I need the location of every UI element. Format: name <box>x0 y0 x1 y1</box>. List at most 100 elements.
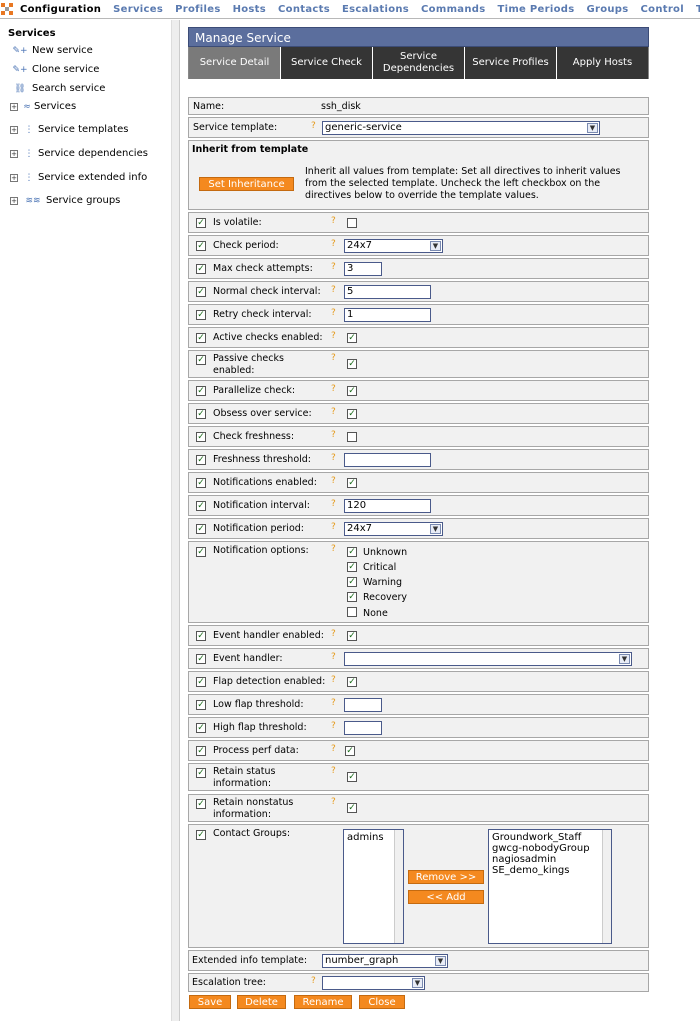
is-volatile-checkbox[interactable] <box>347 218 357 228</box>
available-contact-groups-list[interactable]: admins <box>343 829 404 944</box>
close-button[interactable]: Close <box>359 995 405 1009</box>
help-icon[interactable]: ? <box>331 675 336 685</box>
retry-check-interval-input[interactable]: 1 <box>344 308 431 322</box>
logo-icon[interactable] <box>0 0 14 19</box>
normal-check-interval-input[interactable]: 5 <box>344 285 431 299</box>
nav-groups[interactable]: Groups <box>580 4 634 15</box>
help-icon[interactable]: ? <box>331 544 336 554</box>
add-button[interactable]: << Add <box>408 890 484 904</box>
option-warning-checkbox[interactable]: ✓ <box>347 577 357 587</box>
list-item[interactable]: admins <box>347 832 400 843</box>
sidebar-item-search-service[interactable]: ⛓ Search service <box>10 83 105 94</box>
inherit-checkbox[interactable]: ✓ <box>196 547 206 557</box>
inherit-checkbox[interactable]: ✓ <box>196 677 206 687</box>
inherit-checkbox[interactable]: ✓ <box>196 287 206 297</box>
expand-icon[interactable]: + <box>10 102 18 111</box>
inherit-checkbox[interactable]: ✓ <box>196 830 206 840</box>
help-icon[interactable]: ? <box>331 453 336 463</box>
tab-service-dependencies[interactable]: Service Dependencies <box>373 47 465 79</box>
nav-escalations[interactable]: Escalations <box>336 4 415 15</box>
inherit-checkbox[interactable]: ✓ <box>196 524 206 534</box>
escalation-tree-select[interactable]: ▼ <box>322 976 425 990</box>
passive-checks-checkbox[interactable]: ✓ <box>347 359 357 369</box>
check-period-select[interactable]: 24x7 ▼ <box>344 239 443 253</box>
check-freshness-checkbox[interactable] <box>347 432 357 442</box>
list-item[interactable]: gwcg-nobodyGroup <box>492 843 608 854</box>
rename-button[interactable]: Rename <box>294 995 352 1009</box>
save-button[interactable]: Save <box>189 995 231 1009</box>
help-icon[interactable]: ? <box>331 407 336 417</box>
parallelize-checkbox[interactable]: ✓ <box>347 386 357 396</box>
service-template-select[interactable]: generic-service ▼ <box>322 121 600 135</box>
help-icon[interactable]: ? <box>331 476 336 486</box>
expand-icon[interactable]: + <box>10 173 18 182</box>
help-icon[interactable]: ? <box>331 629 336 639</box>
nav-contacts[interactable]: Contacts <box>272 4 336 15</box>
set-inheritance-button[interactable]: Set Inheritance <box>199 177 294 191</box>
help-icon[interactable]: ? <box>331 384 336 394</box>
expand-icon[interactable]: + <box>10 149 18 158</box>
help-icon[interactable]: ? <box>311 976 316 986</box>
inherit-checkbox[interactable]: ✓ <box>196 723 206 733</box>
sidebar-item-service-dependencies[interactable]: + ⋮ Service dependencies <box>10 148 148 159</box>
inherit-checkbox[interactable]: ✓ <box>196 355 206 365</box>
inherit-checkbox[interactable]: ✓ <box>196 333 206 343</box>
inherit-checkbox[interactable]: ✓ <box>196 768 206 778</box>
help-icon[interactable]: ? <box>331 522 336 532</box>
high-flap-threshold-input[interactable] <box>344 721 382 735</box>
inherit-checkbox[interactable]: ✓ <box>196 654 206 664</box>
selected-contact-groups-list[interactable]: Groundwork_Staff gwcg-nobodyGroup nagios… <box>488 829 612 944</box>
sidebar-item-service-groups[interactable]: + ≋≋ Service groups <box>10 195 120 206</box>
inherit-checkbox[interactable]: ✓ <box>196 700 206 710</box>
sidebar-item-services[interactable]: + ≈ Services <box>10 101 76 112</box>
nav-configuration[interactable]: Configuration <box>14 4 107 15</box>
sidebar-item-clone-service[interactable]: ✎+ Clone service <box>10 64 99 75</box>
active-checks-checkbox[interactable]: ✓ <box>347 333 357 343</box>
tab-service-check[interactable]: Service Check <box>281 47 373 79</box>
inherit-checkbox[interactable]: ✓ <box>196 631 206 641</box>
event-handler-select[interactable]: ▼ <box>344 652 632 666</box>
notification-interval-input[interactable]: 120 <box>344 499 431 513</box>
list-item[interactable]: Groundwork_Staff <box>492 832 608 843</box>
help-icon[interactable]: ? <box>331 499 336 509</box>
help-icon[interactable]: ? <box>331 216 336 226</box>
freshness-threshold-input[interactable] <box>344 453 431 467</box>
inherit-checkbox[interactable]: ✓ <box>196 501 206 511</box>
help-icon[interactable]: ? <box>331 766 336 776</box>
option-none-checkbox[interactable] <box>347 607 357 617</box>
inherit-checkbox[interactable]: ✓ <box>196 409 206 419</box>
list-item[interactable]: SE_demo_kings <box>492 865 608 876</box>
option-recovery-checkbox[interactable]: ✓ <box>347 592 357 602</box>
low-flap-threshold-input[interactable] <box>344 698 382 712</box>
list-item[interactable]: nagiosadmin <box>492 854 608 865</box>
nav-tools[interactable]: Tools <box>690 4 700 15</box>
help-icon[interactable]: ? <box>331 262 336 272</box>
retain-status-checkbox[interactable]: ✓ <box>347 772 357 782</box>
process-perf-data-checkbox[interactable]: ✓ <box>345 746 355 756</box>
nav-commands[interactable]: Commands <box>415 4 491 15</box>
help-icon[interactable]: ? <box>311 121 316 131</box>
expand-icon[interactable]: + <box>10 125 18 134</box>
help-icon[interactable]: ? <box>331 430 336 440</box>
nav-time-periods[interactable]: Time Periods <box>491 4 580 15</box>
inherit-checkbox[interactable]: ✓ <box>196 218 206 228</box>
scrollbar[interactable] <box>602 830 611 943</box>
inherit-checkbox[interactable]: ✓ <box>196 432 206 442</box>
option-unknown-checkbox[interactable]: ✓ <box>347 547 357 557</box>
expand-icon[interactable]: + <box>10 196 18 205</box>
inherit-checkbox[interactable]: ✓ <box>196 264 206 274</box>
inherit-checkbox[interactable]: ✓ <box>196 386 206 396</box>
inherit-checkbox[interactable]: ✓ <box>196 478 206 488</box>
nav-control[interactable]: Control <box>635 4 690 15</box>
sidebar-item-service-templates[interactable]: + ⋮ Service templates <box>10 124 129 135</box>
inherit-checkbox[interactable]: ✓ <box>196 310 206 320</box>
help-icon[interactable]: ? <box>331 308 336 318</box>
help-icon[interactable]: ? <box>331 652 336 662</box>
tab-service-detail[interactable]: Service Detail <box>189 47 281 79</box>
help-icon[interactable]: ? <box>331 744 336 754</box>
notifications-enabled-checkbox[interactable]: ✓ <box>347 478 357 488</box>
help-icon[interactable]: ? <box>331 285 336 295</box>
nav-hosts[interactable]: Hosts <box>227 4 272 15</box>
option-critical-checkbox[interactable]: ✓ <box>347 562 357 572</box>
help-icon[interactable]: ? <box>331 797 336 807</box>
